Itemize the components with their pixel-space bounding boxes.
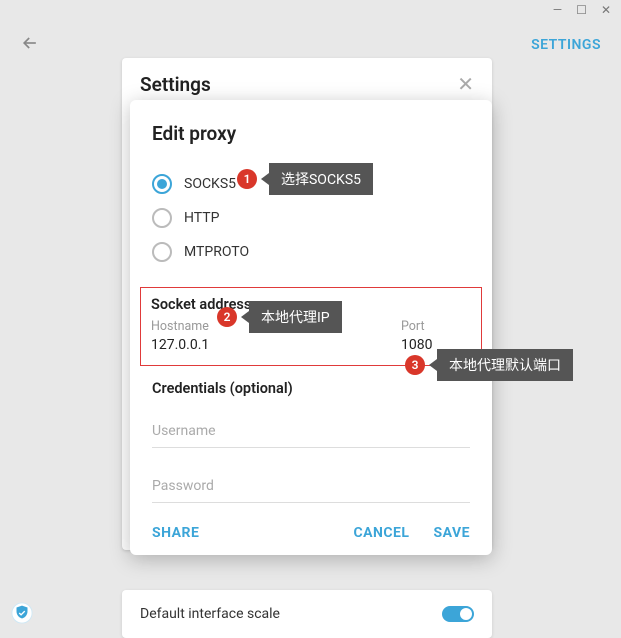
close-icon[interactable]: ✕ [457,72,474,96]
share-button[interactable]: SHARE [152,525,199,541]
annotation-3: 3 本地代理默认端口 [405,349,573,381]
settings-title: Settings [140,73,211,96]
dialog-actions: SHARE CANCEL SAVE [152,525,470,541]
password-input[interactable] [152,470,470,503]
radio-mtproto[interactable]: MTPROTO [152,235,470,269]
radio-http[interactable]: HTTP [152,201,470,235]
window-controls: — ☐ ✕ [543,0,621,20]
credentials-label: Credentials (optional) [152,380,470,397]
radio-icon [152,208,172,228]
annotation-arrow-icon [429,359,437,371]
radio-label: SOCKS5 [184,176,236,192]
radio-label: MTPROTO [184,244,249,260]
radio-icon [152,242,172,262]
interface-scale-toggle[interactable] [442,606,474,622]
annotation-text: 选择SOCKS5 [269,163,373,195]
close-window-button[interactable]: ✕ [599,3,613,17]
username-input[interactable] [152,415,470,448]
port-label: Port [401,319,471,334]
radio-label: HTTP [184,210,219,226]
radio-icon [152,174,172,194]
minimize-button[interactable]: — [551,3,564,17]
annotation-arrow-icon [261,173,269,185]
interface-scale-row: Default interface scale [122,590,492,638]
cancel-button[interactable]: CANCEL [353,525,409,541]
annotation-badge: 3 [405,355,425,375]
settings-link[interactable]: SETTINGS [531,37,601,53]
save-button[interactable]: SAVE [434,525,471,541]
annotation-text: 本地代理IP [249,301,342,333]
dialog-title: Edit proxy [152,122,470,145]
back-arrow-icon[interactable] [20,33,40,58]
annotation-badge: 1 [237,169,257,189]
annotation-2: 2 本地代理IP [217,301,342,333]
maximize-button[interactable]: ☐ [574,3,589,17]
annotation-text: 本地代理默认端口 [437,349,573,381]
annotation-badge: 2 [217,307,237,327]
interface-scale-label: Default interface scale [140,606,280,622]
hostname-value: 127.0.0.1 [151,335,381,355]
annotation-arrow-icon [241,311,249,323]
annotation-1: 1 选择SOCKS5 [237,163,373,195]
shield-icon [11,602,33,624]
